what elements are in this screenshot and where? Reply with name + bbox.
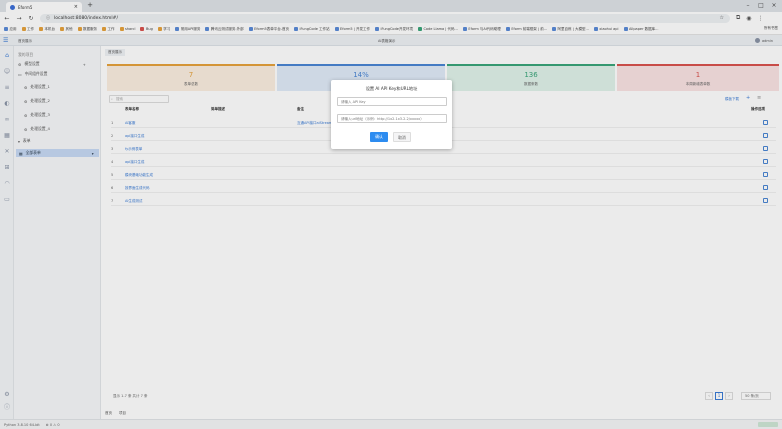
api-key-dialog: 设置 AI API Key和URL地址 确认 取消	[331, 80, 452, 149]
confirm-button[interactable]: 确认	[370, 132, 388, 142]
dialog-title: 设置 AI API Key和URL地址	[365, 86, 418, 91]
url-input[interactable]	[337, 114, 447, 123]
cancel-button[interactable]: 取消	[393, 132, 411, 142]
modal-backdrop[interactable]	[0, 0, 782, 429]
api-key-input[interactable]	[337, 97, 447, 106]
